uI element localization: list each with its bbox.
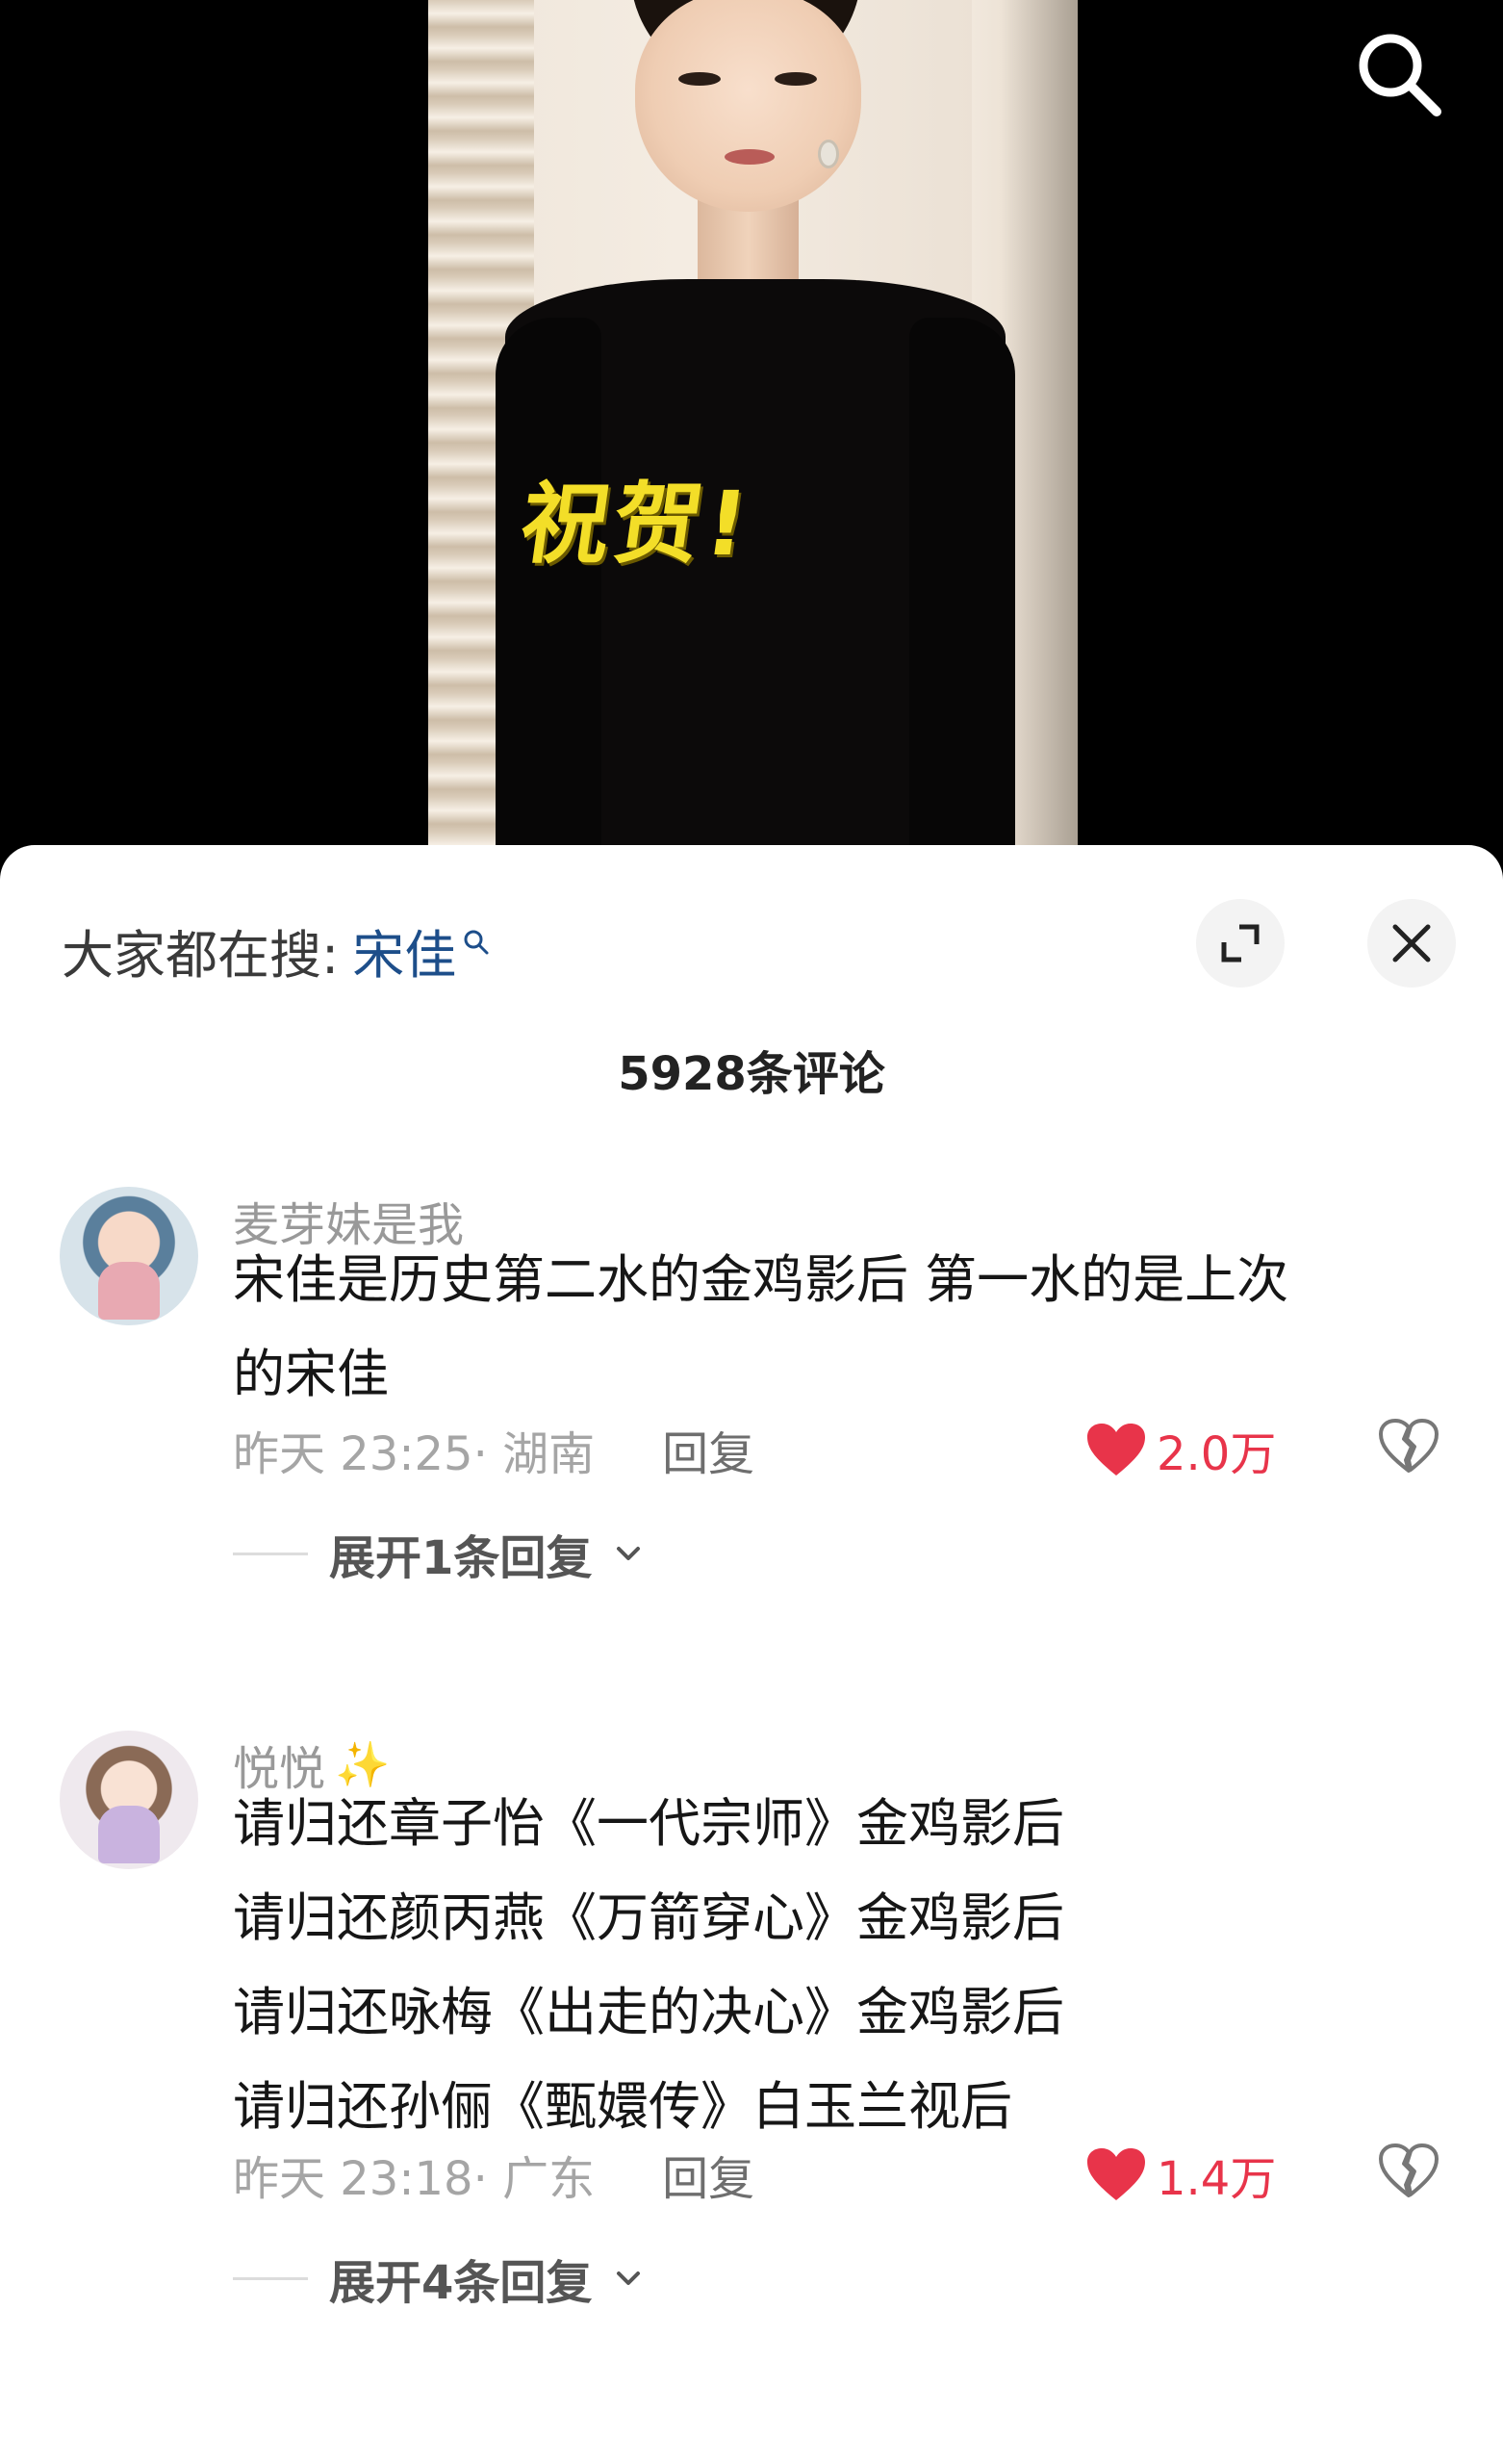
comment-count: 5928条评论 (618, 1047, 885, 1101)
avatar[interactable] (60, 1731, 198, 1869)
video-player[interactable]: 祝贺! (0, 0, 1503, 866)
comment-text: 请归还章子怡《一代宗师》金鸡影后 请归还颜丙燕《万箭穿心》金鸡影后 请归还咏梅《… (233, 1793, 1064, 2137)
hot-search-prefix: 大家都在搜: (62, 925, 340, 986)
reply-button[interactable]: 回复 (662, 2141, 754, 2208)
close-button[interactable] (1367, 899, 1456, 988)
comment-location: · 广东 (472, 2152, 596, 2206)
hot-search-term[interactable]: 宋佳 (352, 912, 456, 988)
video-frame (428, 0, 1078, 866)
search-icon (462, 909, 491, 969)
like-button[interactable]: 2.0万 (1085, 1416, 1276, 1483)
avatar[interactable] (60, 1187, 198, 1325)
expand-button[interactable] (1196, 899, 1285, 988)
like-count: 1.4万 (1157, 2152, 1277, 2206)
video-caption: 祝贺! (514, 473, 758, 576)
expand-icon (1221, 924, 1260, 962)
comment-sheet: 大家都在搜: 宋佳 5928条评论 麦芽妹是我 宋佳是历史第二水的金鸡影后 第一… (0, 845, 1503, 2464)
comment-meta: 昨天 23:18· 广东 回复 (233, 2141, 754, 2208)
reply-button[interactable]: 回复 (662, 1416, 754, 1483)
comment-meta: 昨天 23:25· 湖南 回复 (233, 1416, 754, 1483)
comment-text: 宋佳是历史第二水的金鸡影后 第一水的是上次 的宋佳 (233, 1249, 1289, 1404)
dislike-button[interactable] (1378, 1418, 1439, 1477)
expand-replies-button[interactable]: 展开4条回复 (233, 2245, 644, 2312)
chevron-down-icon (617, 1547, 641, 1560)
like-button[interactable]: 1.4万 (1085, 2141, 1276, 2208)
chevron-down-icon (617, 2272, 641, 2285)
heart-icon (1087, 1424, 1145, 1476)
woman-face (635, 0, 861, 212)
heart-icon (1087, 2148, 1145, 2200)
search-icon[interactable] (1352, 27, 1448, 123)
hot-search-bar[interactable]: 大家都在搜: 宋佳 (62, 912, 491, 988)
comment-time: 昨天 23:25 (233, 1427, 473, 1481)
comment-location: · 湖南 (472, 1427, 596, 1481)
dislike-button[interactable] (1378, 2143, 1439, 2202)
broken-heart-icon (1379, 2143, 1439, 2197)
comment-time: 昨天 23:18 (233, 2152, 473, 2206)
close-icon (1392, 924, 1431, 962)
broken-heart-icon (1379, 1419, 1439, 1473)
expand-replies-button[interactable]: 展开1条回复 (233, 1520, 644, 1587)
like-count: 2.0万 (1157, 1427, 1277, 1481)
